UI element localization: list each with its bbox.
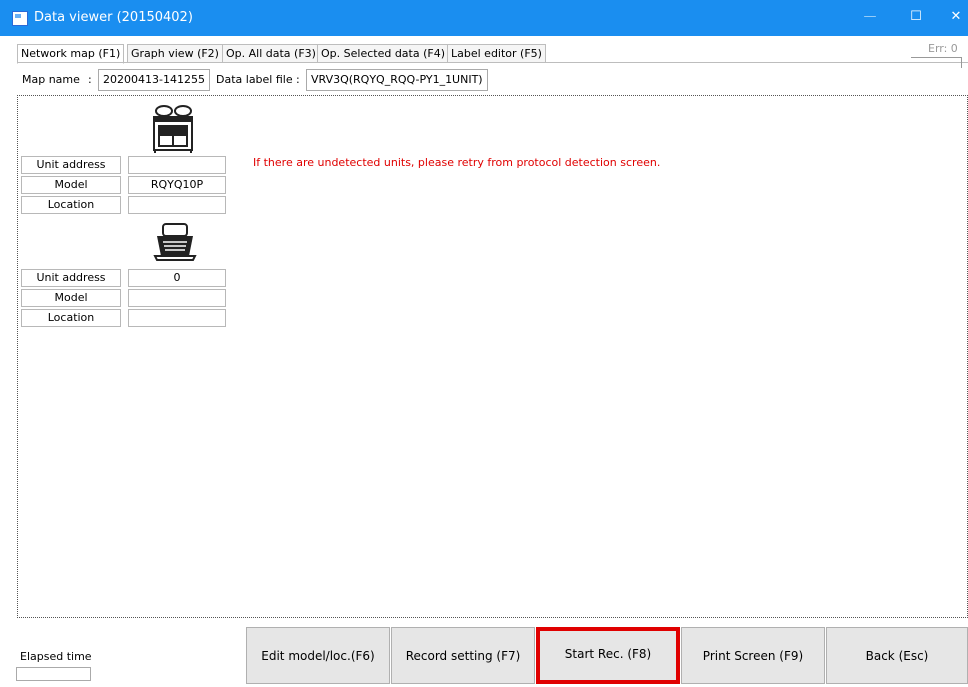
record-setting-button[interactable]: Record setting (F7) xyxy=(391,627,535,684)
unit1-location-label: Location xyxy=(21,196,121,214)
print-screen-button[interactable]: Print Screen (F9) xyxy=(681,627,825,684)
unit2-address-label: Unit address xyxy=(21,269,121,287)
undetected-units-notice: If there are undetected units, please re… xyxy=(253,156,661,169)
unit1-address-label: Unit address xyxy=(21,156,121,174)
edit-model-loc-button[interactable]: Edit model/loc.(F6) xyxy=(246,627,390,684)
minimize-button[interactable]: — xyxy=(860,8,880,26)
app-icon xyxy=(12,11,28,26)
tab-graph-view[interactable]: Graph view (F2) xyxy=(127,44,223,63)
unit1-location-value[interactable] xyxy=(128,196,226,214)
elapsed-time-label: Elapsed time xyxy=(20,650,92,663)
unit2-location-value[interactable] xyxy=(128,309,226,327)
unit2-model-label: Model xyxy=(21,289,121,307)
unit1-address-value[interactable] xyxy=(128,156,226,174)
data-label-file-field[interactable]: VRV3Q(RQYQ_RQQ-PY1_1UNIT) xyxy=(306,69,488,91)
unit2-address-value[interactable]: 0 xyxy=(128,269,226,287)
tab-op-selected-data[interactable]: Op. Selected data (F4) xyxy=(317,44,449,63)
data-label-file-label: Data label file xyxy=(216,73,293,86)
back-button[interactable]: Back (Esc) xyxy=(826,627,968,684)
tab-divider xyxy=(17,62,968,63)
unit1-model-label: Model xyxy=(21,176,121,194)
maximize-button[interactable]: ☐ xyxy=(906,8,926,26)
map-name-field[interactable]: 20200413-141255 xyxy=(98,69,210,91)
close-button[interactable]: ✕ xyxy=(946,8,966,26)
data-label-file-sep: : xyxy=(296,73,300,86)
tab-label-editor[interactable]: Label editor (F5) xyxy=(447,44,546,63)
title-bar: Data viewer (20150402) — ☐ ✕ xyxy=(0,0,968,36)
elapsed-time-field xyxy=(16,667,91,681)
tab-op-all-data[interactable]: Op. All data (F3) xyxy=(222,44,320,63)
tab-network-map[interactable]: Network map (F1) xyxy=(17,44,125,64)
start-rec-button[interactable]: Start Rec. (F8) xyxy=(536,627,680,684)
outdoor-unit-icon[interactable] xyxy=(152,105,196,153)
unit2-location-label: Location xyxy=(21,309,121,327)
unit2-model-value[interactable] xyxy=(128,289,226,307)
window-title: Data viewer (20150402) xyxy=(34,10,193,25)
map-name-label: Map name xyxy=(22,73,80,86)
error-count: Err: 0 xyxy=(928,42,958,55)
indoor-cassette-unit-icon[interactable] xyxy=(153,222,197,262)
unit1-model-value[interactable]: RQYQ10P xyxy=(128,176,226,194)
error-indicator-frame xyxy=(911,57,962,68)
map-name-sep: : xyxy=(88,73,92,86)
